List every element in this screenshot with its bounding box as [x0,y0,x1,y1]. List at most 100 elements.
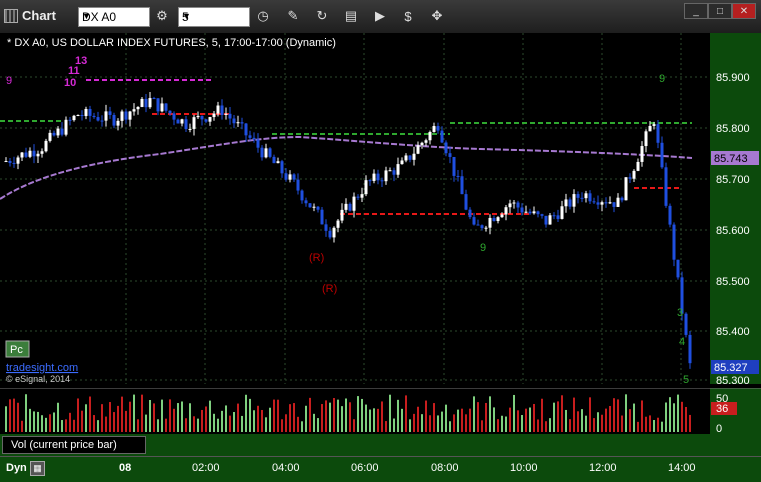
candle-body [304,200,308,204]
candle-body [248,135,252,138]
volume-bar [365,404,367,432]
volume-bar [609,405,611,432]
candle-body [24,152,28,157]
candle-body [536,211,540,215]
settings-icon[interactable]: ⚙ [153,7,171,25]
interval-input[interactable]: 5 ▼ [178,7,250,27]
dyn-label: Dyn [6,462,27,474]
volume-bar [289,404,291,432]
volume-study-label[interactable]: Vol (current price bar) [2,436,146,454]
candle-body [108,111,112,115]
volume-bar [229,415,231,432]
candle-body [328,230,332,238]
candle-body [468,209,472,218]
volume-bar [141,394,143,432]
volume-current-label: 36 [716,403,728,415]
candle-body [552,215,556,217]
volume-bar [137,419,139,432]
volume-bar [565,409,567,432]
chart-area[interactable]: 85.327 85.743 85.900 85.800 85.700 85.60… [0,33,761,388]
candle-body [20,152,24,158]
volume-bar [629,409,631,432]
pencil-icon[interactable]: ✎ [284,7,302,25]
volume-bar [465,414,467,432]
volume-bar [605,408,607,432]
candle-body [392,170,396,175]
volume-bar [145,414,147,432]
volume-bar [149,399,151,432]
chart-toolbar: Chart DX A0 ▼ ⚙ 5 ▼ ◷ ✎ ↻ ▤ ▶ $ ✥ _ □ ✕ [0,0,761,34]
volume-bar [189,403,191,432]
volume-bar [421,414,423,432]
candle-body [100,120,104,122]
candle-body [36,153,40,157]
candle-body [308,203,312,208]
candle-body [272,156,276,164]
ma-value-label: 85.743 [714,153,748,165]
scale-icon[interactable]: ▦ [30,461,45,476]
play-icon[interactable]: ▶ [371,7,389,25]
chevron-down-icon[interactable]: ▼ [82,11,146,21]
candle-body [376,173,380,181]
candle-body [208,117,212,122]
volume-bar [221,410,223,432]
candle-body [72,115,76,121]
candle-body [676,259,680,278]
crosshair-icon[interactable]: ✥ [428,7,446,25]
candle-body [424,140,428,143]
volume-bar [153,403,155,432]
candle-body [320,209,324,225]
volume-bar [377,408,379,432]
price-tick: 85.900 [716,72,750,84]
symbol-input[interactable]: DX A0 ▼ [78,7,150,27]
volume-bar [73,419,75,432]
volume-bar [381,401,383,432]
volume-bar [585,415,587,432]
candle-body [292,174,296,180]
candle-body [412,153,416,160]
sequence-count: 4 [679,336,685,348]
candle-body [92,115,96,118]
volume-bar [85,404,87,432]
volume-bar [653,420,655,432]
window-title: Chart [4,8,56,23]
volume-bar [13,398,15,432]
maximize-button[interactable]: □ [708,3,732,19]
volume-bar [577,411,579,432]
candle-body [244,123,248,136]
volume-bar [305,405,307,432]
volume-bar [297,416,299,432]
candle-body [404,155,408,161]
candle-body [460,176,464,195]
volume-bar [433,403,435,432]
candle-body [216,105,220,114]
candle-body [492,217,496,222]
candle-body [232,118,236,124]
volume-bar [397,399,399,432]
chevron-down-icon[interactable]: ▼ [182,11,246,21]
candle-body [16,157,20,164]
volume-bar [489,396,491,432]
volume-bar [493,407,495,432]
candle-body [68,119,72,121]
candle-body [172,113,176,120]
volume-bar [357,396,359,432]
candle-body [472,217,476,225]
volume-bar [665,402,667,432]
candle-body [636,161,640,171]
candle-body [548,215,552,225]
candle-body [124,111,128,120]
close-button[interactable]: ✕ [732,3,756,19]
volume-bar [325,400,327,432]
refresh-icon[interactable]: ↻ [313,7,331,25]
volume-bar [129,401,131,432]
export-icon[interactable]: ▤ [342,7,360,25]
time-tick: 02:00 [192,462,220,474]
volume-bar [337,399,339,432]
clock-icon[interactable]: ◷ [254,7,272,25]
candle-body [220,105,224,115]
candle-body [188,128,192,130]
candle-body [584,193,588,199]
dollar-icon[interactable]: $ [399,7,417,25]
minimize-button[interactable]: _ [684,3,708,19]
